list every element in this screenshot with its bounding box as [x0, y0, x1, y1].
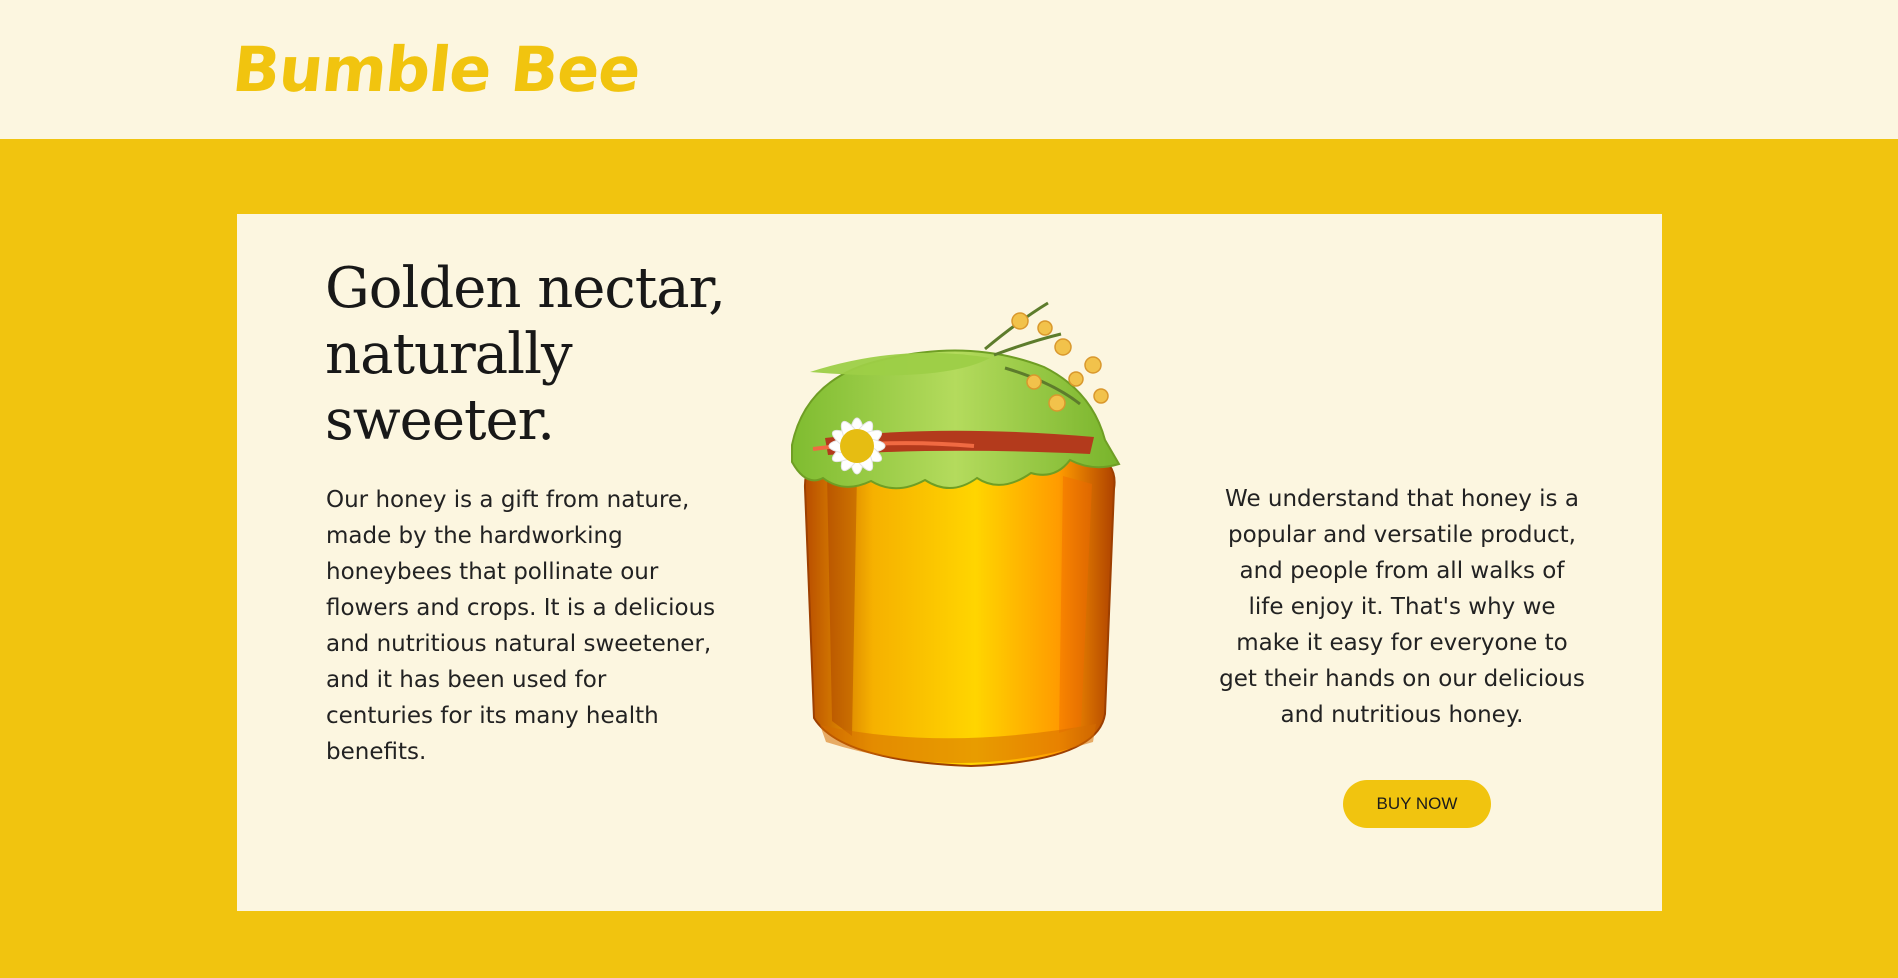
hero-left-copy: Our honey is a gift from nature, made by…: [326, 487, 716, 765]
buy-now-button[interactable]: BUY NOW: [1343, 780, 1491, 828]
honey-jar-image: [770, 300, 1160, 782]
hero-right-copy: We understand that honey is a popular an…: [1219, 486, 1585, 728]
hero-card: Golden nectar, naturally sweeter. Our ho…: [237, 214, 1662, 911]
brand-logo[interactable]: Bumble Bee: [229, 30, 644, 110]
hero-section: Golden nectar, naturally sweeter. Our ho…: [0, 139, 1898, 978]
hero-headline: Golden nectar, naturally sweeter.: [325, 256, 726, 453]
site-header: Bumble Bee: [0, 0, 1898, 139]
